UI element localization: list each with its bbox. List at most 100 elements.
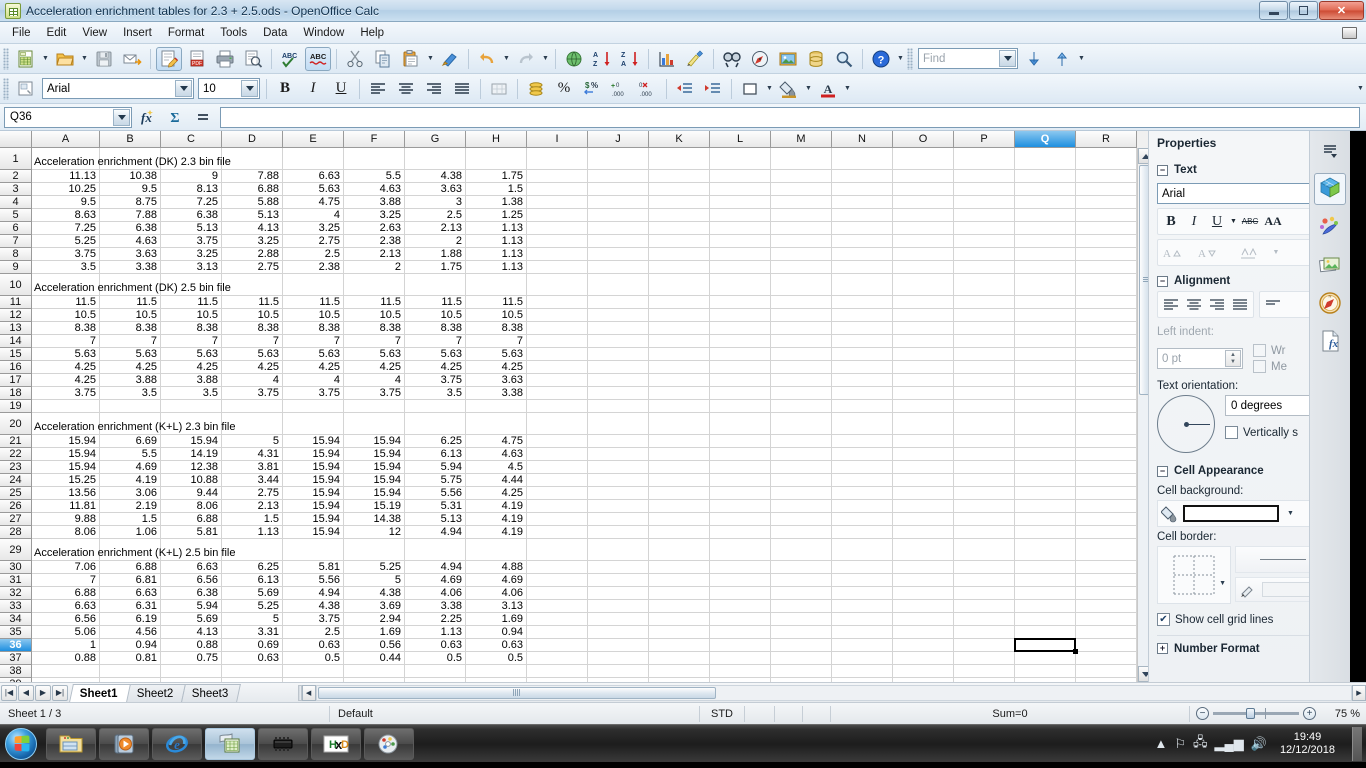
row-header-1[interactable]: 1 [0,148,32,170]
cell-G1[interactable] [405,148,466,170]
cell-I33[interactable] [527,600,588,613]
cell-O24[interactable] [893,474,954,487]
cell-A27[interactable]: 9.88 [32,513,100,526]
cell-B18[interactable]: 3.5 [100,387,161,400]
row-header-38[interactable]: 38 [0,665,32,678]
cell-K1[interactable] [649,148,710,170]
cell-C28[interactable]: 5.81 [161,526,222,539]
borders-dropdown[interactable]: ▼ [764,77,775,101]
cell-N9[interactable] [832,261,893,274]
cell-E36[interactable]: 0.63 [283,639,344,652]
cell-J9[interactable] [588,261,649,274]
cell-F27[interactable]: 14.38 [344,513,405,526]
cell-J5[interactable] [588,209,649,222]
cell-H19[interactable] [466,400,527,413]
help-icon[interactable]: ? [868,47,894,71]
cell-M36[interactable] [771,639,832,652]
cell-O12[interactable] [893,309,954,322]
cell-Q19[interactable] [1015,400,1076,413]
cell-K24[interactable] [649,474,710,487]
cell-B31[interactable]: 6.81 [100,574,161,587]
cell-A39[interactable] [32,678,100,682]
cell-G30[interactable]: 4.94 [405,561,466,574]
cell-C9[interactable]: 3.13 [161,261,222,274]
cell-K25[interactable] [649,487,710,500]
section-alignment-collapse-icon[interactable]: − [1157,275,1168,287]
cell-L13[interactable] [710,322,771,335]
cell-D34[interactable]: 5 [222,613,283,626]
cell-L32[interactable] [710,587,771,600]
cell-I27[interactable] [527,513,588,526]
cell-M34[interactable] [771,613,832,626]
cell-B3[interactable]: 9.5 [100,183,161,196]
formula-input-line[interactable] [220,106,1360,128]
cell-K7[interactable] [649,235,710,248]
cell-R7[interactable] [1076,235,1137,248]
cell-P32[interactable] [954,587,1015,600]
cell-F16[interactable]: 4.25 [344,361,405,374]
cell-D8[interactable]: 2.88 [222,248,283,261]
cell-B37[interactable]: 0.81 [100,652,161,665]
row-header-36[interactable]: 36 [0,639,32,652]
cell-J29[interactable] [588,539,649,561]
row-header-3[interactable]: 3 [0,183,32,196]
cell-K11[interactable] [649,296,710,309]
cell-F35[interactable]: 1.69 [344,626,405,639]
cell-I9[interactable] [527,261,588,274]
cell-J31[interactable] [588,574,649,587]
show-grid-lines-row[interactable]: ✔ Show cell grid lines [1157,613,1330,626]
cell-K23[interactable] [649,461,710,474]
cell-R22[interactable] [1076,448,1137,461]
cell-A32[interactable]: 6.88 [32,587,100,600]
cell-Q39[interactable] [1015,678,1076,682]
cell-R24[interactable] [1076,474,1137,487]
cell-E6[interactable]: 3.25 [283,222,344,235]
cell-B15[interactable]: 5.63 [100,348,161,361]
cell-G16[interactable]: 4.25 [405,361,466,374]
cell-J8[interactable] [588,248,649,261]
cell-P9[interactable] [954,261,1015,274]
cell-I26[interactable] [527,500,588,513]
delete-decimal-icon[interactable]: 0 .000 [635,77,661,101]
cell-L6[interactable] [710,222,771,235]
cell-E30[interactable]: 5.81 [283,561,344,574]
cell-N39[interactable] [832,678,893,682]
column-header-r[interactable]: R [1076,131,1137,148]
cell-J3[interactable] [588,183,649,196]
cell-R8[interactable] [1076,248,1137,261]
column-header-h[interactable]: H [466,131,527,148]
cell-C3[interactable]: 8.13 [161,183,222,196]
cell-G4[interactable]: 3 [405,196,466,209]
cell-J34[interactable] [588,613,649,626]
cell-A7[interactable]: 5.25 [32,235,100,248]
show-grid-lines-checkbox[interactable]: ✔ [1157,613,1170,626]
align-justify-icon[interactable] [449,77,475,101]
cell-M9[interactable] [771,261,832,274]
column-header-d[interactable]: D [222,131,283,148]
cell-P13[interactable] [954,322,1015,335]
row-header-8[interactable]: 8 [0,248,32,261]
row-header-30[interactable]: 30 [0,561,32,574]
section-text-header[interactable]: − Text ⋯ [1157,160,1330,180]
cell-J12[interactable] [588,309,649,322]
row-header-31[interactable]: 31 [0,574,32,587]
menu-help[interactable]: Help [352,24,392,42]
cell-D23[interactable]: 3.81 [222,461,283,474]
column-header-m[interactable]: M [771,131,832,148]
cell-I32[interactable] [527,587,588,600]
cell-P33[interactable] [954,600,1015,613]
cell-N29[interactable] [832,539,893,561]
cell-O28[interactable] [893,526,954,539]
cell-L27[interactable] [710,513,771,526]
cell-M13[interactable] [771,322,832,335]
wrap-text-checkbox[interactable] [1253,344,1266,357]
cell-A24[interactable]: 15.25 [32,474,100,487]
cell-C30[interactable]: 6.63 [161,561,222,574]
cell-B26[interactable]: 2.19 [100,500,161,513]
cell-E12[interactable]: 10.5 [283,309,344,322]
cell-M26[interactable] [771,500,832,513]
cell-O14[interactable] [893,335,954,348]
cell-E17[interactable]: 4 [283,374,344,387]
data-sources-icon[interactable] [803,47,829,71]
cell-D12[interactable]: 10.5 [222,309,283,322]
